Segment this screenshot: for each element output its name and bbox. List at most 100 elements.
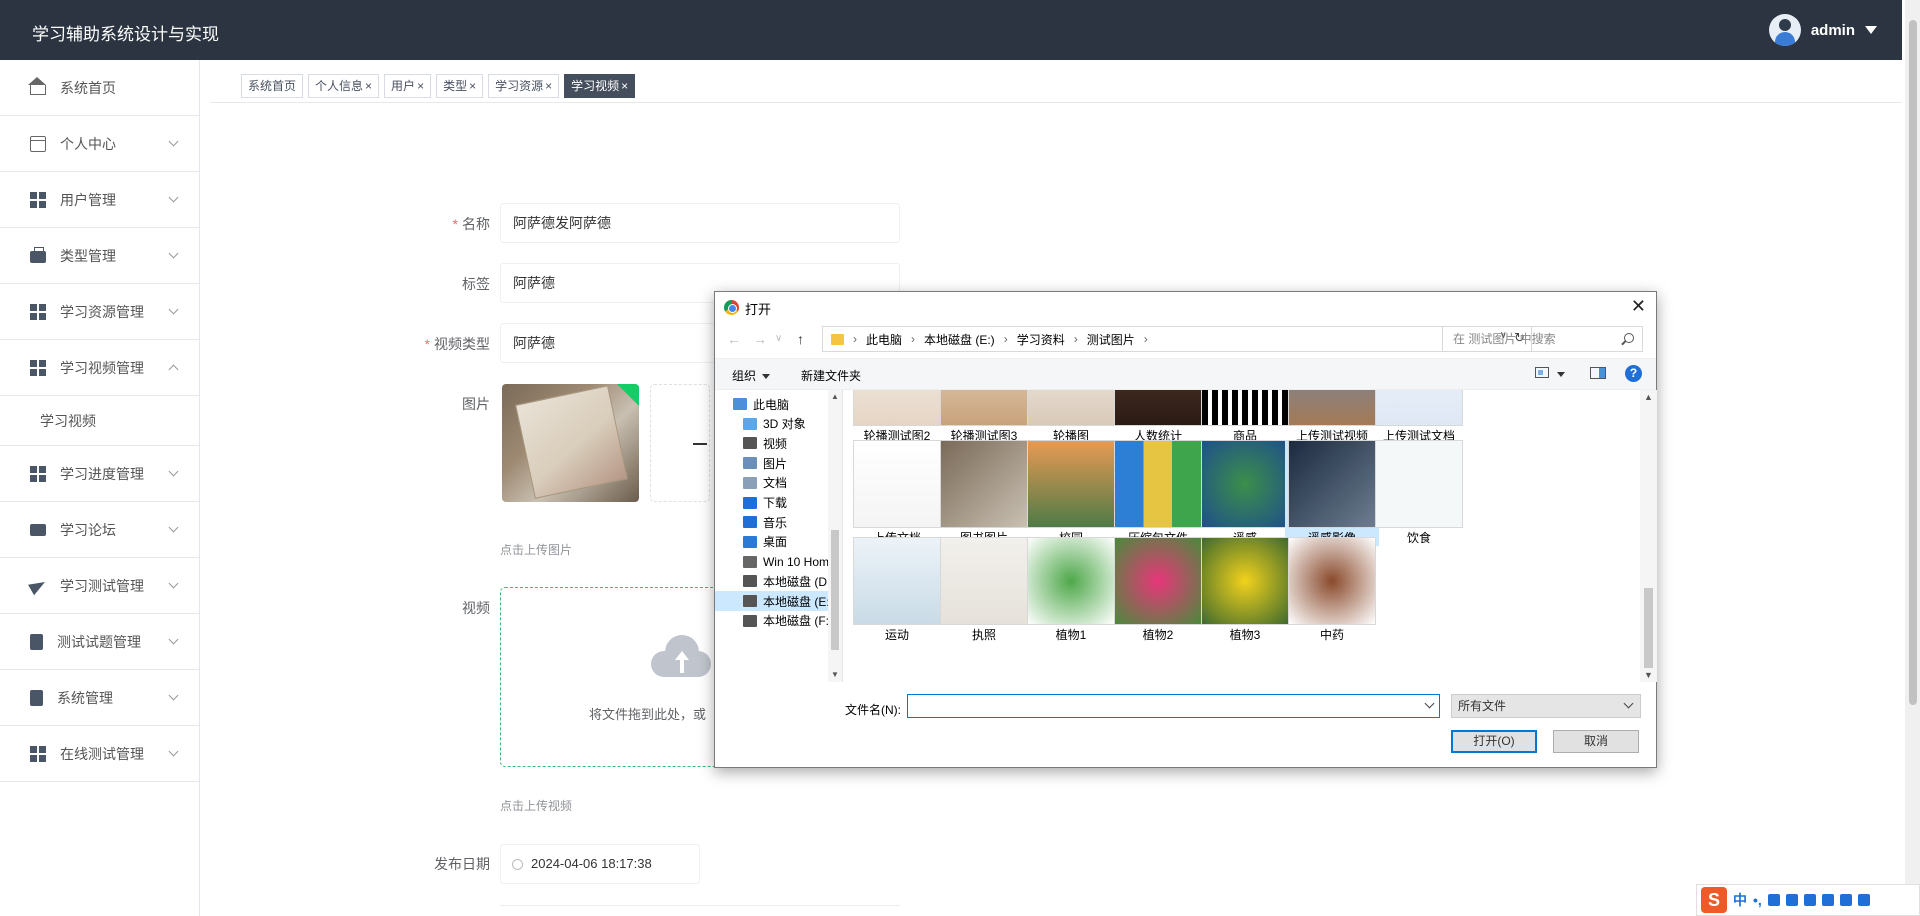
file-item[interactable]: 遥感 [1198,440,1292,546]
view-mode-icon[interactable] [1535,367,1549,378]
breadcrumb-drive-e[interactable]: 本地磁盘 (E:) [924,331,995,348]
nav-item[interactable]: 本地磁盘 (D:) [715,571,842,591]
filetype-select[interactable]: 所有文件 [1451,694,1641,718]
username[interactable]: admin [1811,22,1855,39]
file-item[interactable]: 上传测试视频 [1285,390,1379,444]
preview-pane-icon[interactable] [1590,367,1606,379]
file-item[interactable]: 植物1 [1024,537,1118,643]
tab-users[interactable]: 用户 × [384,74,432,98]
caret-down-icon[interactable] [1865,26,1877,34]
tab-types[interactable]: 类型 × [436,74,484,98]
date-picker[interactable]: 2024-04-06 18:17:38 [500,844,700,884]
tab-home[interactable]: 系统首页 [241,74,304,98]
nav-item[interactable]: 3D 对象 [715,414,842,434]
image-upload-hint[interactable]: 点击上传图片 [500,541,572,558]
tab-resources[interactable]: 学习资源 × [488,74,560,98]
nav-item[interactable]: 此电脑 [715,394,842,414]
chevron-down-icon[interactable] [1424,698,1435,709]
file-item[interactable]: 中药 [1285,537,1379,643]
sidebar-item-personal[interactable]: 个人中心 [0,116,199,172]
nav-item[interactable]: 本地磁盘 (F:) [715,611,842,631]
up-arrow-icon[interactable]: ↑ [797,331,804,347]
tab-videos[interactable]: 学习视频 × [564,74,636,98]
file-item[interactable]: 上传测试文档 [1372,390,1466,444]
tab-personal-info[interactable]: 个人信息 × [308,74,380,98]
sidebar-item-system[interactable]: 系统管理 [0,670,199,726]
file-item[interactable]: 人数统计 [1111,390,1205,444]
address-bar[interactable]: › 此电脑 › 本地磁盘 (E:) › 学习资料 › 测试图片 › ∨ ↻ [822,326,1532,352]
page-scrollbar[interactable] [1905,0,1920,916]
filename-input[interactable] [907,694,1440,718]
file-item[interactable]: 商品 [1198,390,1292,444]
grid-icon[interactable] [1839,894,1852,906]
file-item[interactable]: 校园 [1024,440,1118,546]
next-input[interactable] [500,905,900,916]
breadcrumb-test-images[interactable]: 测试图片 [1087,331,1135,348]
nav-item[interactable]: 本地磁盘 (E:) [715,591,842,611]
breadcrumb-study[interactable]: 学习资料 [1017,331,1065,348]
open-button[interactable]: 打开(O) [1451,730,1537,753]
name-input[interactable]: 阿萨德发阿萨德 [500,203,900,243]
help-icon[interactable]: ? [1625,365,1642,382]
search-input[interactable]: 在 测试图片 中搜索 [1442,326,1643,352]
sidebar-item-forum[interactable]: 学习论坛 [0,502,199,558]
sidebar-item-users[interactable]: 用户管理 [0,172,199,228]
image-upload-button[interactable] [650,384,710,502]
file-item[interactable]: 运动 [850,537,944,643]
cancel-button[interactable]: 取消 [1553,730,1639,753]
avatar[interactable] [1768,14,1801,46]
file-item[interactable]: 轮播图 [1024,390,1118,444]
nav-item[interactable]: 音乐 [715,512,842,532]
file-item[interactable]: 轮播测试图3 [937,390,1031,444]
nav-item[interactable]: 下载 [715,493,842,513]
back-arrow-icon[interactable]: ← [727,331,741,347]
file-item[interactable]: 执照 [937,537,1031,643]
settings-icon[interactable] [1857,894,1870,906]
skin-icon[interactable] [1803,894,1816,906]
sidebar-item-resources[interactable]: 学习资源管理 [0,284,199,340]
sidebar-item-home[interactable]: 系统首页 [0,60,199,116]
sidebar-item-types[interactable]: 类型管理 [0,228,199,284]
sidebar-item-online-test[interactable]: 在线测试管理 [0,726,199,782]
file-item[interactable]: 植物2 [1111,537,1205,643]
new-folder-button[interactable]: 新建文件夹 [801,367,861,384]
microphone-icon[interactable] [1767,894,1780,906]
close-icon[interactable]: × [545,75,552,97]
recent-caret-icon[interactable]: ∨ [775,333,782,344]
nav-scrollbar[interactable]: ▲ ▼ [828,390,842,682]
nav-item[interactable]: 图片 [715,453,842,473]
file-item[interactable]: 图书图片 [937,440,1031,546]
user-menu[interactable]: admin [1768,14,1877,46]
video-drop-zone[interactable]: 将文件拖到此处，或 [500,587,720,767]
ime-mode[interactable]: 中 [1733,890,1747,910]
file-item[interactable]: 植物3 [1198,537,1292,643]
nav-item[interactable]: 视频 [715,433,842,453]
view-caret-icon[interactable] [1557,372,1565,377]
file-item[interactable]: 饮食 [1372,440,1466,546]
nav-item[interactable]: 文档 [715,473,842,493]
keyboard-icon[interactable] [1785,894,1798,906]
sidebar-item-tests[interactable]: 学习测试管理 [0,558,199,614]
video-upload-hint[interactable]: 点击上传视频 [500,797,572,814]
file-item[interactable]: 轮播测试图2 [850,390,944,444]
breadcrumb-this-pc[interactable]: 此电脑 [866,331,902,348]
close-icon[interactable]: × [621,75,628,97]
sidebar-subitem-video[interactable]: 学习视频 [0,396,199,446]
file-item[interactable]: 遥感影像 [1285,440,1379,546]
forward-arrow-icon[interactable]: → [753,331,767,347]
close-icon[interactable]: × [417,75,424,97]
file-item[interactable]: 压缩包文件 [1111,440,1205,546]
uploaded-image-thumbnail[interactable] [502,384,639,502]
close-icon[interactable]: × [469,75,476,97]
sidebar-item-progress[interactable]: 学习进度管理 [0,446,199,502]
organize-button[interactable]: 组织 [732,367,771,384]
close-icon[interactable]: × [365,75,372,97]
sogou-logo-icon[interactable]: S [1701,887,1727,913]
nav-item[interactable]: Win 10 Home › [715,552,842,572]
ime-punct[interactable]: •, [1753,892,1762,908]
nav-item[interactable]: 桌面 [715,532,842,552]
close-icon[interactable]: ✕ [1631,296,1646,316]
sidebar-item-videos[interactable]: 学习视频管理 [0,340,199,396]
sidebar-item-questions[interactable]: 测试试题管理 [0,614,199,670]
gamepad-icon[interactable] [1821,894,1834,906]
